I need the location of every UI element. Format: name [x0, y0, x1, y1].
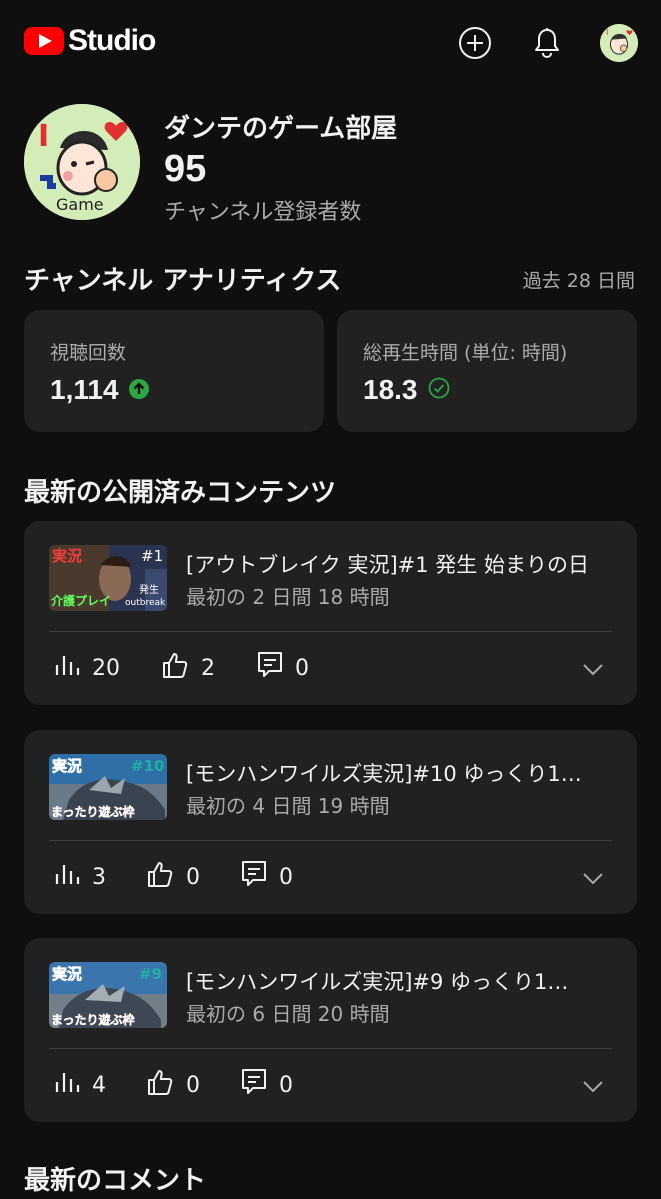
divider	[49, 840, 612, 841]
comments-stat: 0	[257, 651, 309, 685]
comments-count: 0	[279, 864, 293, 890]
video-thumbnail[interactable]: 実況 #1 介護プレイ 発生 outbreak	[49, 545, 167, 611]
likes-count: 0	[186, 864, 200, 890]
views-stat: 3	[54, 860, 106, 894]
thumb-episode: #10	[131, 757, 164, 775]
thumb-caption: 介護プレイ	[50, 593, 111, 608]
video-title[interactable]: [モンハンワイルズ実況]#9 ゆっくり1…	[186, 966, 616, 996]
comments-stat: 0	[241, 860, 293, 894]
metric-card-views[interactable]: 視聴回数 1,114	[24, 310, 324, 432]
youtube-studio-logo[interactable]: Studio	[24, 24, 156, 58]
views-stat: 20	[54, 651, 120, 685]
video-card[interactable]: 実況 #9 まったり遊ぶ枠 [モンハンワイルズ実況]#9 ゆっくり1… 最初の …	[24, 938, 637, 1122]
video-title[interactable]: [アウトブレイク 実況]#1 発生 始まりの日	[186, 549, 616, 579]
likes-count: 2	[201, 655, 215, 681]
channel-header: I Game ダンテのゲーム部屋 95 チャンネル登録者数	[24, 104, 644, 225]
likes-stat: 0	[146, 1068, 200, 1102]
comments-stat: 0	[241, 1068, 293, 1102]
likes-count: 0	[186, 1072, 200, 1098]
thumb-caption: まったり遊ぶ枠	[51, 804, 135, 819]
subscriber-label: チャンネル登録者数	[164, 200, 362, 225]
comments-count: 0	[295, 655, 309, 681]
subscriber-count: 95	[164, 148, 207, 190]
add-circle-icon[interactable]	[456, 24, 494, 62]
video-card[interactable]: 実況 #10 まったり遊ぶ枠 [モンハンワイルズ実況]#10 ゆっくり1… 最初…	[24, 730, 637, 914]
video-card[interactable]: 実況 #1 介護プレイ 発生 outbreak [アウトブレイク 実況]#1 発…	[24, 521, 637, 705]
thumb-tag: 実況	[52, 547, 82, 565]
comments-count: 0	[279, 1072, 293, 1098]
views-stat: 4	[54, 1068, 106, 1102]
bar-chart-icon	[54, 862, 80, 892]
thumb-caption: まったり遊ぶ枠	[51, 1012, 135, 1027]
latest-comments-title: 最新のコメント	[24, 1166, 207, 1196]
likes-stat: 2	[161, 651, 215, 685]
video-period: 最初の 6 日間 20 時間	[186, 1002, 390, 1026]
video-thumbnail[interactable]: 実況 #10 まったり遊ぶ枠	[49, 754, 167, 820]
youtube-play-icon	[24, 27, 64, 55]
metric-label: 総再生時間 (単位: 時間)	[363, 342, 568, 364]
divider	[49, 1048, 612, 1049]
chevron-down-icon[interactable]	[581, 866, 605, 890]
comment-icon	[241, 860, 267, 894]
views-count: 4	[92, 1072, 106, 1098]
video-period: 最初の 2 日間 18 時間	[186, 585, 390, 609]
video-title[interactable]: [モンハンワイルズ実況]#10 ゆっくり1…	[186, 758, 616, 788]
top-app-bar: Studio I	[0, 0, 661, 88]
svg-text:I: I	[38, 119, 49, 154]
divider	[49, 631, 612, 632]
analytics-title: チャンネル アナリティクス	[24, 266, 342, 296]
thumb-tag: 実況	[52, 757, 82, 775]
thumbs-up-icon	[146, 1068, 174, 1102]
metric-value-row: 1,114	[50, 374, 149, 406]
channel-avatar[interactable]: I Game	[24, 104, 140, 220]
latest-content-title: 最新の公開済みコンテンツ	[24, 478, 337, 508]
arrow-up-circle-icon	[128, 374, 149, 406]
channel-name: ダンテのゲーム部屋	[164, 114, 398, 144]
metric-value-row: 18.3	[363, 374, 450, 406]
thumb-episode: #9	[139, 965, 162, 983]
account-avatar[interactable]: I	[600, 24, 638, 62]
bell-icon[interactable]	[528, 24, 566, 62]
chevron-down-icon[interactable]	[581, 657, 605, 681]
views-count: 20	[92, 655, 120, 681]
video-period: 最初の 4 日間 19 時間	[186, 794, 390, 818]
comment-icon	[257, 651, 283, 685]
metric-card-watch-time[interactable]: 総再生時間 (単位: 時間) 18.3	[337, 310, 637, 432]
thumb-tag: 実況	[52, 965, 82, 983]
thumb-caption-outbreak: outbreak	[125, 598, 166, 608]
video-thumbnail[interactable]: 実況 #9 まったり遊ぶ枠	[49, 962, 167, 1028]
check-circle-icon	[428, 374, 450, 406]
bar-chart-icon	[54, 653, 80, 683]
views-count: 3	[92, 864, 106, 890]
analytics-period: 過去 28 日間	[522, 270, 635, 292]
thumb-caption-right: 発生	[139, 583, 159, 596]
metric-label: 視聴回数	[50, 342, 127, 364]
avatar-game-text: Game	[56, 195, 104, 214]
thumbs-up-icon	[146, 860, 174, 894]
thumbs-up-icon	[161, 651, 189, 685]
likes-stat: 0	[146, 860, 200, 894]
metric-value: 18.3	[363, 374, 418, 405]
logo-text: Studio	[68, 24, 156, 57]
metric-value: 1,114	[50, 374, 119, 405]
bar-chart-icon	[54, 1070, 80, 1100]
thumb-episode: #1	[141, 547, 163, 565]
comment-icon	[241, 1068, 267, 1102]
svg-text:I: I	[606, 28, 609, 38]
chevron-down-icon[interactable]	[581, 1074, 605, 1098]
